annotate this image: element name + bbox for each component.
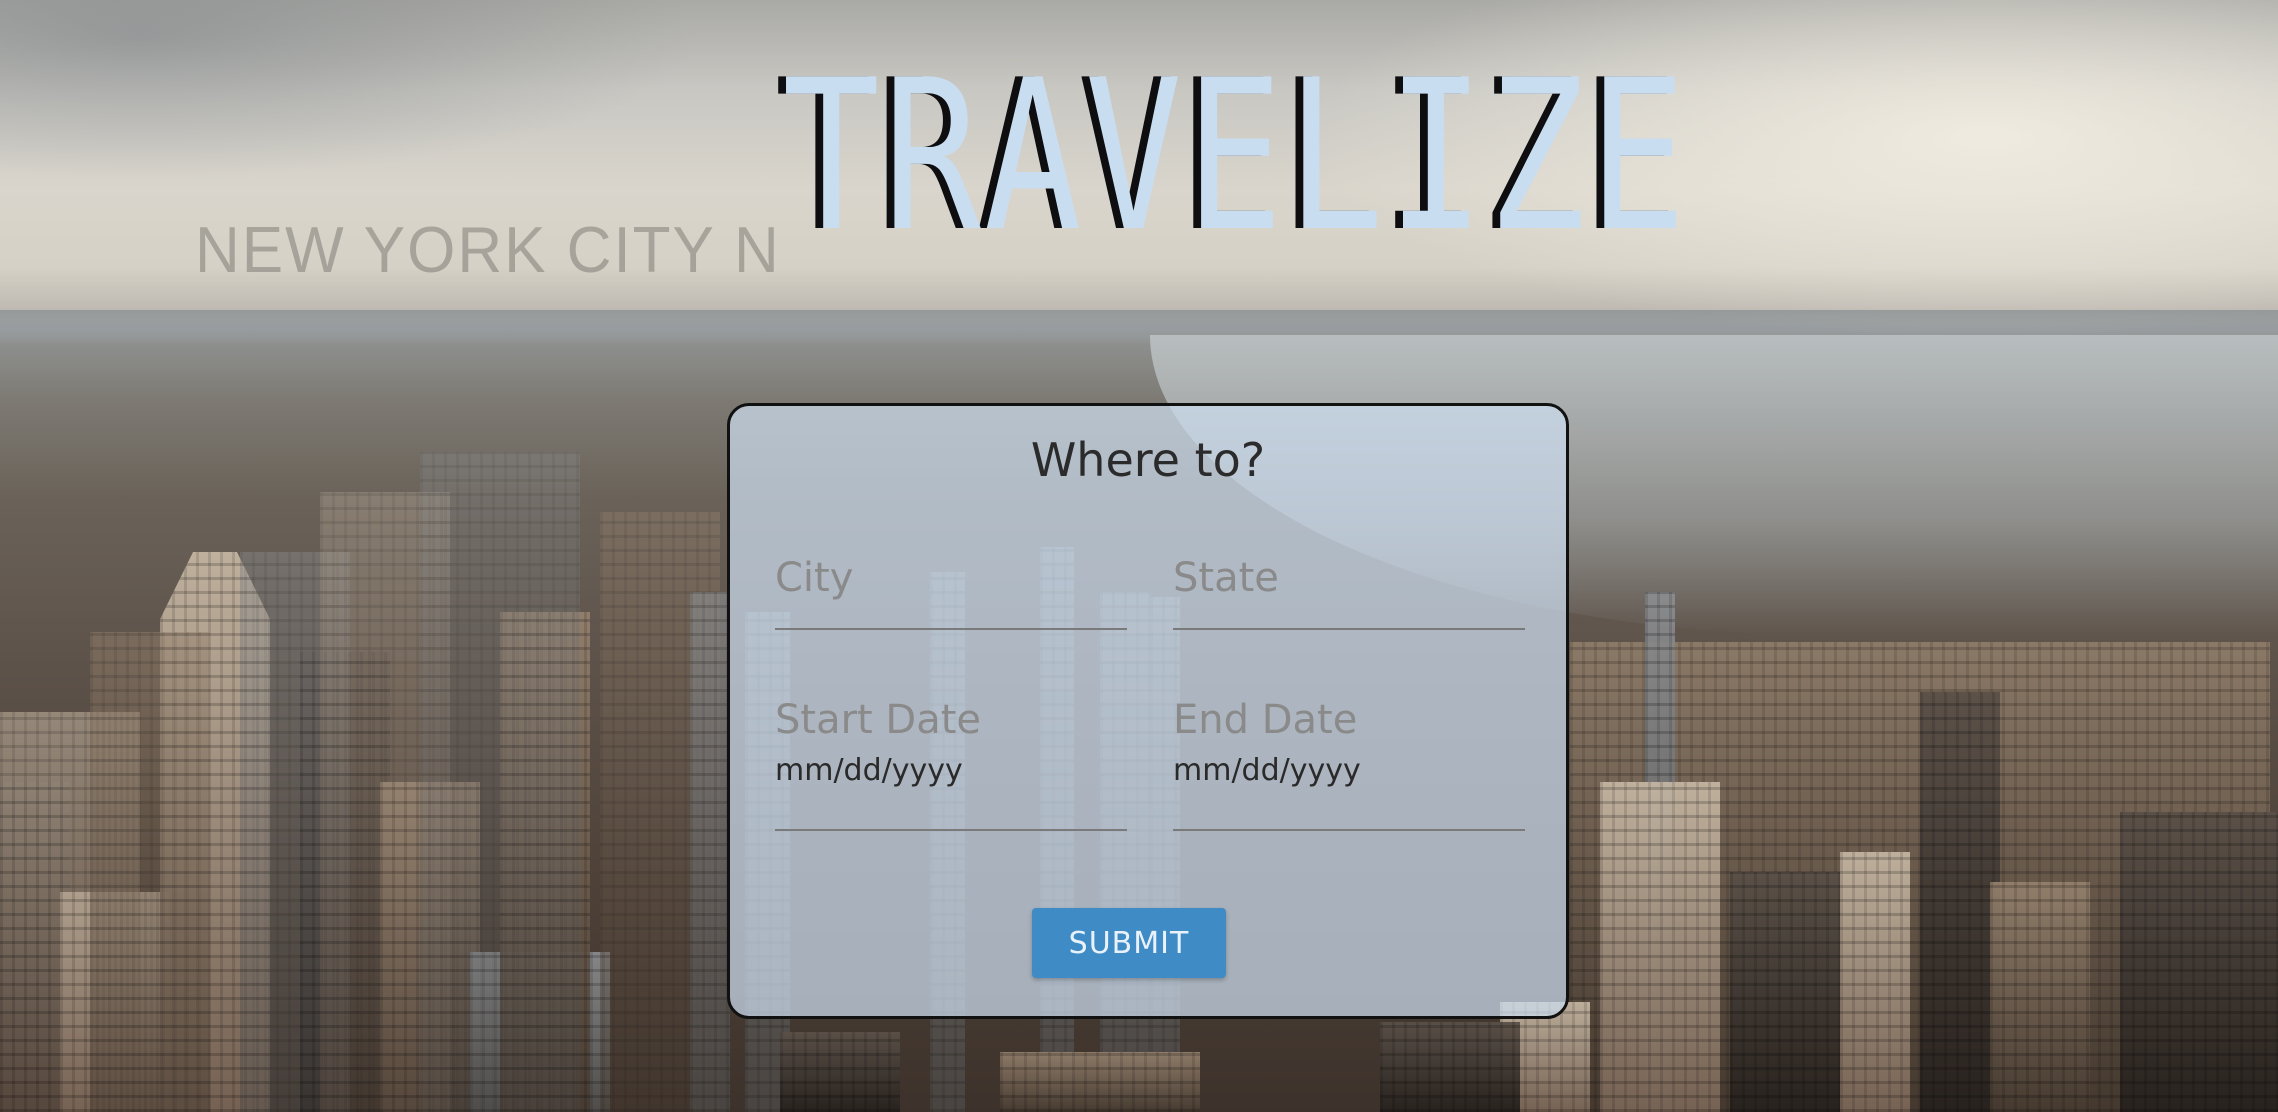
building	[1600, 782, 1720, 1112]
brand-logo-title: TRAVELIZE	[782, 36, 1690, 278]
building	[690, 592, 730, 1112]
background-sign-text: NEW YORK CITY N	[195, 214, 781, 287]
city-underline	[775, 628, 1127, 630]
form-title: Where to?	[1030, 433, 1266, 487]
start-date-underline	[775, 829, 1127, 831]
submit-button[interactable]: SUBMIT	[1032, 908, 1226, 978]
state-field	[1173, 554, 1525, 634]
travelize-page: NEW YORK CITY N TRAVELIZE Where to? Star…	[0, 0, 2278, 1112]
building	[1840, 852, 1910, 1112]
end-date-label: End Date	[1173, 697, 1358, 743]
building	[1000, 1052, 1200, 1112]
start-date-label: Start Date	[775, 697, 982, 743]
building	[1730, 872, 1840, 1112]
end-date-field[interactable]: End Date mm/dd/yyyy	[1173, 696, 1525, 836]
state-underline	[1173, 628, 1525, 630]
building	[420, 452, 580, 1112]
building	[1990, 882, 2090, 1112]
start-date-field[interactable]: Start Date mm/dd/yyyy	[775, 696, 1127, 836]
end-date-input[interactable]: mm/dd/yyyy	[1173, 752, 1525, 790]
city-field	[775, 554, 1127, 634]
building	[90, 632, 210, 1112]
building	[1920, 692, 2000, 1112]
building	[780, 1032, 900, 1112]
building	[2120, 812, 2278, 1112]
sky-cloud-shade	[0, 0, 700, 180]
building	[1380, 1022, 1520, 1112]
search-form-panel: Where to? Start Date mm/dd/yyyy End Date…	[727, 403, 1569, 1019]
state-input[interactable]	[1173, 554, 1525, 602]
end-date-underline	[1173, 829, 1525, 831]
start-date-input[interactable]: mm/dd/yyyy	[775, 752, 1127, 790]
city-input[interactable]	[775, 554, 1127, 602]
